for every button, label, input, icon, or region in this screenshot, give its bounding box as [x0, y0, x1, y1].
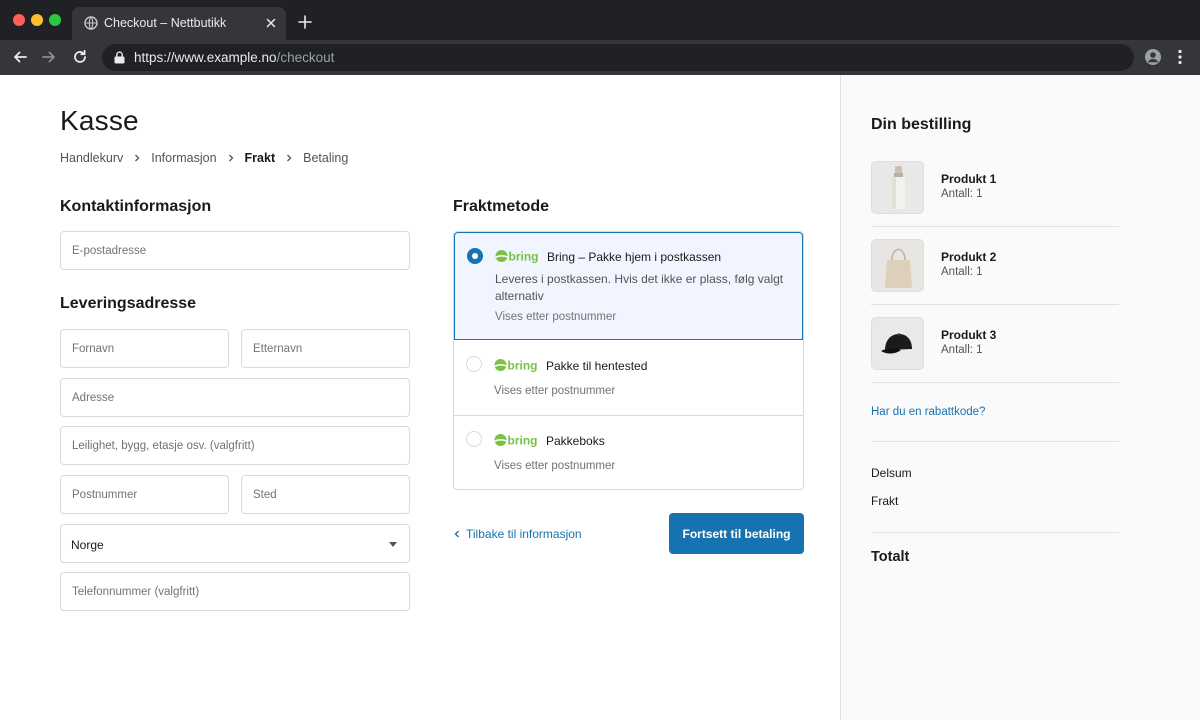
summary-divider	[871, 382, 1119, 383]
window-zoom-button[interactable]	[49, 14, 61, 26]
product-quantity: Antall: 1	[941, 266, 983, 278]
more-menu-icon[interactable]	[1174, 48, 1186, 66]
address-field[interactable]	[60, 378, 410, 417]
order-heading: Din bestilling	[871, 116, 972, 133]
product-quantity: Antall: 1	[941, 344, 983, 356]
bring-logo-text: bring	[509, 250, 539, 264]
radio-unselected[interactable]	[466, 431, 482, 447]
apartment-field[interactable]	[60, 426, 410, 465]
product-quantity: Antall: 1	[941, 188, 983, 200]
browser-toolbar: https://www.example.no/checkout	[0, 40, 1200, 75]
chevron-right-icon	[135, 154, 140, 162]
postcode-field[interactable]	[60, 475, 229, 514]
reload-icon[interactable]	[72, 49, 88, 65]
shipping-option-name: Pakke til hentested	[546, 359, 648, 373]
country-select[interactable]: Norge	[60, 524, 410, 563]
product-thumbnail	[871, 161, 924, 214]
product-name: Produkt 3	[941, 328, 997, 342]
shipping-option-name: Pakkeboks	[546, 434, 605, 448]
city-field[interactable]	[241, 475, 410, 514]
browser-tab-active[interactable]: Checkout – Nettbutikk	[72, 7, 286, 40]
shipping-option-parcel-locker[interactable]: bring Pakkeboks Vises etter postnummer	[454, 416, 803, 489]
shipping-cost-label: Frakt	[871, 494, 899, 508]
shipping-option-note: Vises etter postnummer	[494, 460, 616, 472]
address-heading: Leveringsadresse	[60, 295, 197, 312]
order-item: Produkt 1 Antall: 1	[871, 161, 1119, 217]
tab-close-icon[interactable]	[264, 16, 278, 30]
email-field[interactable]	[60, 231, 410, 270]
chevron-right-icon	[228, 154, 233, 162]
shipping-option-pickup-point[interactable]: bring Pakke til hentested Vises etter po…	[454, 340, 803, 415]
url-text: https://www.example.no/checkout	[134, 50, 334, 65]
breadcrumb: Handlekurv Informasjon Frakt Betaling	[60, 151, 348, 165]
back-to-information-link[interactable]: Tilbake til informasjon	[453, 527, 582, 541]
url-path: /checkout	[276, 50, 335, 65]
order-item: Produkt 2 Antall: 1	[871, 239, 1119, 295]
discount-code-link[interactable]: Har du en rabattkode?	[871, 406, 985, 418]
lock-icon	[114, 51, 125, 64]
page-title: Kasse	[60, 105, 139, 136]
shipping-option-name: Bring – Pakke hjem i postkassen	[547, 250, 722, 264]
summary-divider	[871, 532, 1119, 533]
shipping-methods: bring Bring – Pakke hjem i postkassen Le…	[453, 231, 804, 490]
product-thumbnail	[871, 239, 924, 292]
bring-logo-icon: bring	[494, 359, 538, 373]
cap-icon	[872, 318, 923, 369]
forward-arrow-icon[interactable]	[41, 49, 57, 65]
globe-icon	[84, 16, 98, 30]
product-name: Produkt 1	[941, 172, 997, 186]
shipping-option-description: Leveres i postkassen. Hvis det ikke er p…	[495, 272, 784, 303]
radio-unselected[interactable]	[466, 356, 482, 372]
order-summary: Din bestilling Produkt 1 Antall: 1 Produ…	[840, 75, 1200, 720]
browser-titlebar: Checkout – Nettbutikk	[0, 0, 1200, 40]
address-bar[interactable]: https://www.example.no/checkout	[102, 44, 1134, 71]
breadcrumb-information[interactable]: Informasjon	[151, 151, 216, 165]
product-thumbnail	[871, 317, 924, 370]
tab-title: Checkout – Nettbutikk	[104, 16, 227, 30]
summary-divider	[871, 304, 1119, 305]
breadcrumb-payment: Betaling	[303, 151, 349, 165]
shipping-heading: Fraktmetode	[453, 198, 550, 215]
bottle-icon	[872, 162, 923, 213]
radio-selected[interactable]	[467, 248, 483, 264]
country-value: Norge	[71, 538, 104, 552]
shipping-option-note: Vises etter postnummer	[495, 311, 617, 323]
new-tab-icon[interactable]	[298, 15, 312, 29]
shipping-option-bring-mailbox[interactable]: bring Bring – Pakke hjem i postkassen Le…	[454, 232, 803, 340]
breadcrumb-shipping: Frakt	[244, 151, 276, 165]
back-link-label: Tilbake til informasjon	[466, 527, 582, 541]
order-item: Produkt 3 Antall: 1	[871, 317, 1119, 373]
bring-logo-icon: bring	[494, 434, 538, 448]
total-label: Totalt	[871, 549, 910, 565]
shipping-option-note: Vises etter postnummer	[494, 385, 616, 397]
breadcrumb-cart[interactable]: Handlekurv	[60, 151, 123, 165]
summary-divider	[871, 226, 1119, 227]
contact-heading: Kontaktinformasjon	[60, 198, 212, 215]
first-name-field[interactable]	[60, 329, 229, 368]
bring-logo-text: bring	[508, 434, 538, 448]
last-name-field[interactable]	[241, 329, 410, 368]
back-arrow-icon[interactable]	[12, 49, 28, 65]
product-name: Produkt 2	[941, 250, 997, 264]
phone-field[interactable]	[60, 572, 410, 611]
bring-logo-icon: bring	[495, 250, 539, 264]
url-host: https://www.example.no	[134, 50, 277, 65]
window-close-button[interactable]	[13, 14, 25, 26]
continue-to-payment-button[interactable]: Fortsett til betaling	[669, 513, 804, 554]
checkout-main: Kasse Handlekurv Informasjon Frakt Betal…	[0, 75, 840, 720]
summary-divider	[871, 441, 1119, 442]
chevron-down-icon	[389, 542, 397, 547]
window-minimize-button[interactable]	[31, 14, 43, 26]
bring-logo-text: bring	[508, 359, 538, 373]
chevron-right-icon	[287, 154, 292, 162]
profile-icon[interactable]	[1144, 48, 1162, 66]
chevron-left-icon	[454, 530, 459, 538]
subtotal-label: Delsum	[871, 466, 912, 480]
tote-bag-icon	[872, 240, 923, 291]
